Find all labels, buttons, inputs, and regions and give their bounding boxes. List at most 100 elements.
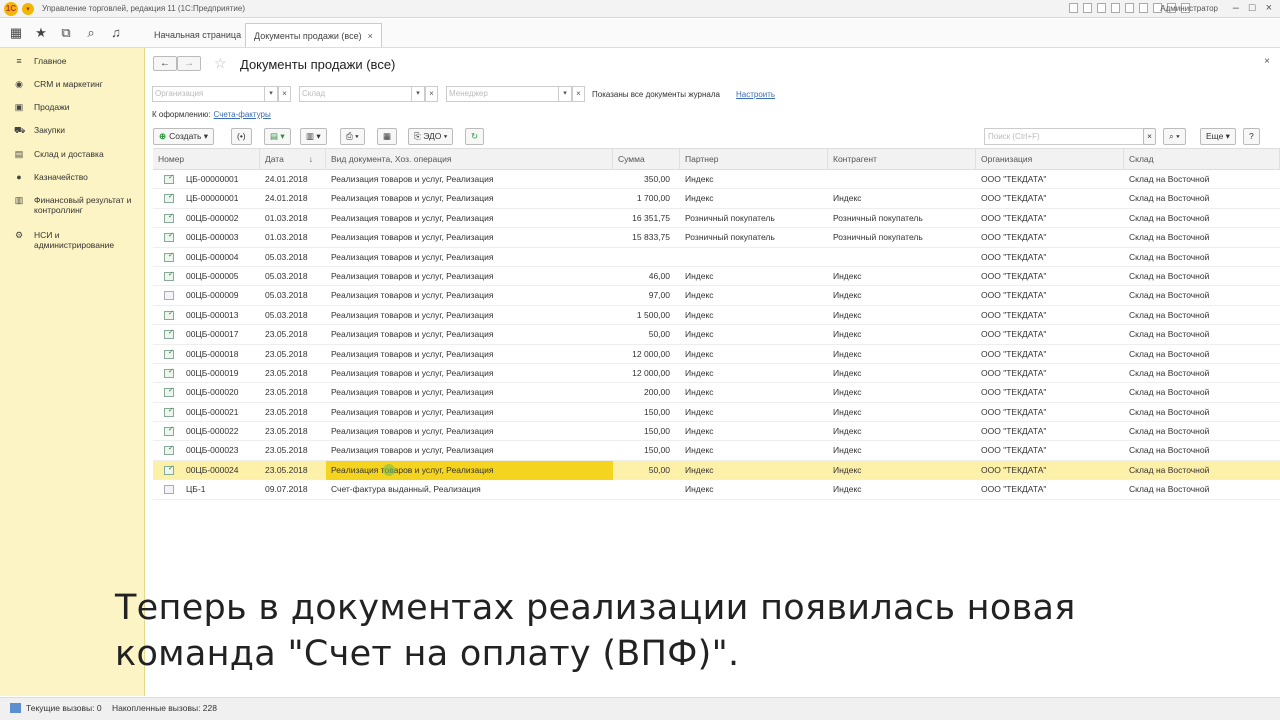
cell-partner[interactable]: Индекс (680, 325, 828, 344)
cell-contractor[interactable]: Индекс (828, 325, 976, 344)
help-button[interactable]: ? (1243, 128, 1260, 145)
cell-type[interactable]: Реализация товаров и услуг, Реализация (326, 460, 613, 480)
cell-date[interactable]: 24.01.2018 (260, 189, 326, 208)
cell-date[interactable]: 05.03.2018 (260, 267, 326, 286)
cell-wh[interactable]: Склад на Восточной (1124, 325, 1280, 344)
cell-sum[interactable]: 200,00 (613, 383, 680, 402)
cell-type[interactable]: Реализация товаров и услуг, Реализация (326, 403, 613, 422)
cell-type[interactable]: Реализация товаров и услуг, Реализация (326, 228, 613, 247)
cell-type[interactable]: Реализация товаров и услуг, Реализация (326, 189, 613, 208)
sidebar-item-finance[interactable]: ▥ Финансовый результат и контроллинг (14, 195, 139, 215)
cell-sum[interactable]: 150,00 (613, 403, 680, 422)
cell-sum[interactable]: 1 500,00 (613, 306, 680, 325)
cell-num[interactable]: 00ЦБ-000004 (153, 248, 260, 267)
cell-wh[interactable]: Склад на Восточной (1124, 189, 1280, 208)
cell-num[interactable]: 00ЦБ-000019 (153, 364, 260, 383)
cell-num[interactable]: 00ЦБ-000024 (153, 461, 260, 480)
table-row[interactable]: 00ЦБ-00001305.03.2018Реализация товаров … (153, 306, 1280, 326)
cell-contractor[interactable]: Розничный покупатель (828, 209, 976, 228)
table-row[interactable]: 00ЦБ-00000405.03.2018Реализация товаров … (153, 248, 1280, 267)
cell-wh[interactable]: Склад на Восточной (1124, 286, 1280, 305)
cell-wh[interactable]: Склад на Восточной (1124, 480, 1280, 499)
cell-date[interactable]: 01.03.2018 (260, 228, 326, 247)
table-row[interactable]: 00ЦБ-00002023.05.2018Реализация товаров … (153, 383, 1280, 403)
cell-contractor[interactable]: Индекс (828, 461, 976, 480)
calculator-icon[interactable] (1139, 3, 1148, 13)
cell-type[interactable]: Реализация товаров и услуг, Реализация (326, 286, 613, 305)
column-header-sum[interactable]: Сумма (613, 149, 680, 170)
more-button[interactable]: Еще ▾ (1200, 128, 1236, 145)
cell-wh[interactable]: Склад на Восточной (1124, 267, 1280, 286)
cell-org[interactable]: ООО "ТЕКДАТА" (976, 286, 1124, 305)
cell-date[interactable]: 23.05.2018 (260, 422, 326, 441)
cell-org[interactable]: ООО "ТЕКДАТА" (976, 345, 1124, 364)
organization-filter[interactable]: Организация ▾ (152, 86, 278, 102)
cell-partner[interactable]: Индекс (680, 364, 828, 383)
column-header-contractor[interactable]: Контрагент (828, 149, 976, 170)
table-row[interactable]: 00ЦБ-00001923.05.2018Реализация товаров … (153, 364, 1280, 384)
organization-clear-icon[interactable]: × (278, 86, 291, 102)
create-button[interactable]: ⊕ Создать ▾ (153, 128, 215, 145)
edo-button[interactable]: ⎘ ЭДО ▾ (408, 128, 454, 145)
column-header-partner[interactable]: Партнер (680, 149, 828, 170)
cell-sum[interactable]: 150,00 (613, 422, 680, 441)
cell-num[interactable]: 00ЦБ-000018 (153, 345, 260, 364)
reports-button[interactable]: ▥ ▾ (300, 128, 327, 145)
table-row[interactable]: ЦБ-0000000124.01.2018Реализация товаров … (153, 189, 1280, 209)
cell-date[interactable]: 05.03.2018 (260, 306, 326, 325)
cell-contractor[interactable]: Индекс (828, 403, 976, 422)
forward-button[interactable]: → (177, 56, 201, 71)
cell-contractor[interactable]: Индекс (828, 306, 976, 325)
cell-date[interactable]: 23.05.2018 (260, 364, 326, 383)
cell-sum[interactable]: 50,00 (613, 325, 680, 344)
print-icon[interactable] (1083, 3, 1092, 13)
cell-wh[interactable]: Склад на Восточной (1124, 170, 1280, 189)
cell-wh[interactable]: Склад на Восточной (1124, 364, 1280, 383)
table-row[interactable]: 00ЦБ-00002323.05.2018Реализация товаров … (153, 441, 1280, 461)
sidebar-item-main[interactable]: ≡ Главное (14, 56, 66, 66)
history-icon[interactable]: ⧉ (58, 25, 74, 41)
cell-partner[interactable]: Индекс (680, 267, 828, 286)
sidebar-item-admin[interactable]: ⚙ НСИ и администрирование (14, 230, 129, 250)
cell-type[interactable]: Реализация товаров и услуг, Реализация (326, 422, 613, 441)
tab-close-icon[interactable]: × (368, 31, 373, 41)
cell-type[interactable]: Реализация товаров и услуг, Реализация (326, 364, 613, 383)
preview-icon[interactable] (1097, 3, 1106, 13)
cell-contractor[interactable]: Индекс (828, 441, 976, 460)
cell-org[interactable]: ООО "ТЕКДАТА" (976, 364, 1124, 383)
sidebar-item-purchases[interactable]: ⛟ Закупки (14, 125, 65, 135)
cell-wh[interactable]: Склад на Восточной (1124, 461, 1280, 480)
close-icon[interactable]: × (1266, 2, 1272, 14)
sidebar-item-crm[interactable]: ◉ CRM и маркетинг (14, 79, 103, 89)
print-button[interactable]: ⎙ ▾ (340, 128, 365, 145)
column-header-warehouse[interactable]: Склад (1124, 149, 1280, 170)
cell-partner[interactable]: Индекс (680, 170, 828, 189)
cell-type[interactable]: Реализация товаров и услуг, Реализация (326, 441, 613, 460)
cell-org[interactable]: ООО "ТЕКДАТА" (976, 325, 1124, 344)
cell-sum[interactable]: 15 833,75 (613, 228, 680, 247)
column-header-organization[interactable]: Организация (976, 149, 1124, 170)
current-user[interactable]: Администратор (1160, 4, 1218, 13)
table-row[interactable]: ЦБ-1 09.07.2018 Счет-фактура выданный, Реа… (153, 480, 1280, 500)
tab-start-page[interactable]: Начальная страница (146, 23, 249, 47)
cell-num[interactable]: 00ЦБ-000022 (153, 422, 260, 441)
sidebar-item-treasury[interactable]: ● Казначейство (14, 172, 88, 182)
table-row[interactable]: 00ЦБ-00002223.05.2018Реализация товаров … (153, 422, 1280, 442)
cell-type[interactable]: Реализация товаров и услуг, Реализация (326, 209, 613, 228)
cell-type[interactable]: Реализация товаров и услуг, Реализация (326, 383, 613, 402)
chevron-down-icon[interactable]: ▾ (558, 87, 571, 101)
cell-wh[interactable]: Склад на Восточной (1124, 209, 1280, 228)
cell-num[interactable]: ЦБ-1 (153, 480, 260, 499)
manager-clear-icon[interactable]: × (572, 86, 585, 102)
table-row[interactable]: 00ЦБ-00000301.03.2018Реализация товаров … (153, 228, 1280, 248)
cell-sum[interactable]: 12 000,00 (613, 345, 680, 364)
cell-contractor[interactable]: Индекс (828, 422, 976, 441)
cell-partner[interactable]: Индекс (680, 306, 828, 325)
table-row[interactable]: 00ЦБ-00000505.03.2018Реализация товаров … (153, 267, 1280, 287)
setup-link[interactable]: Настроить (736, 90, 775, 99)
cell-contractor[interactable] (828, 170, 976, 189)
cell-num[interactable]: 00ЦБ-000005 (153, 267, 260, 286)
cell-partner[interactable]: Индекс (680, 441, 828, 460)
cell-sum[interactable]: 1 700,00 (613, 189, 680, 208)
cell-sum[interactable]: 97,00 (613, 286, 680, 305)
